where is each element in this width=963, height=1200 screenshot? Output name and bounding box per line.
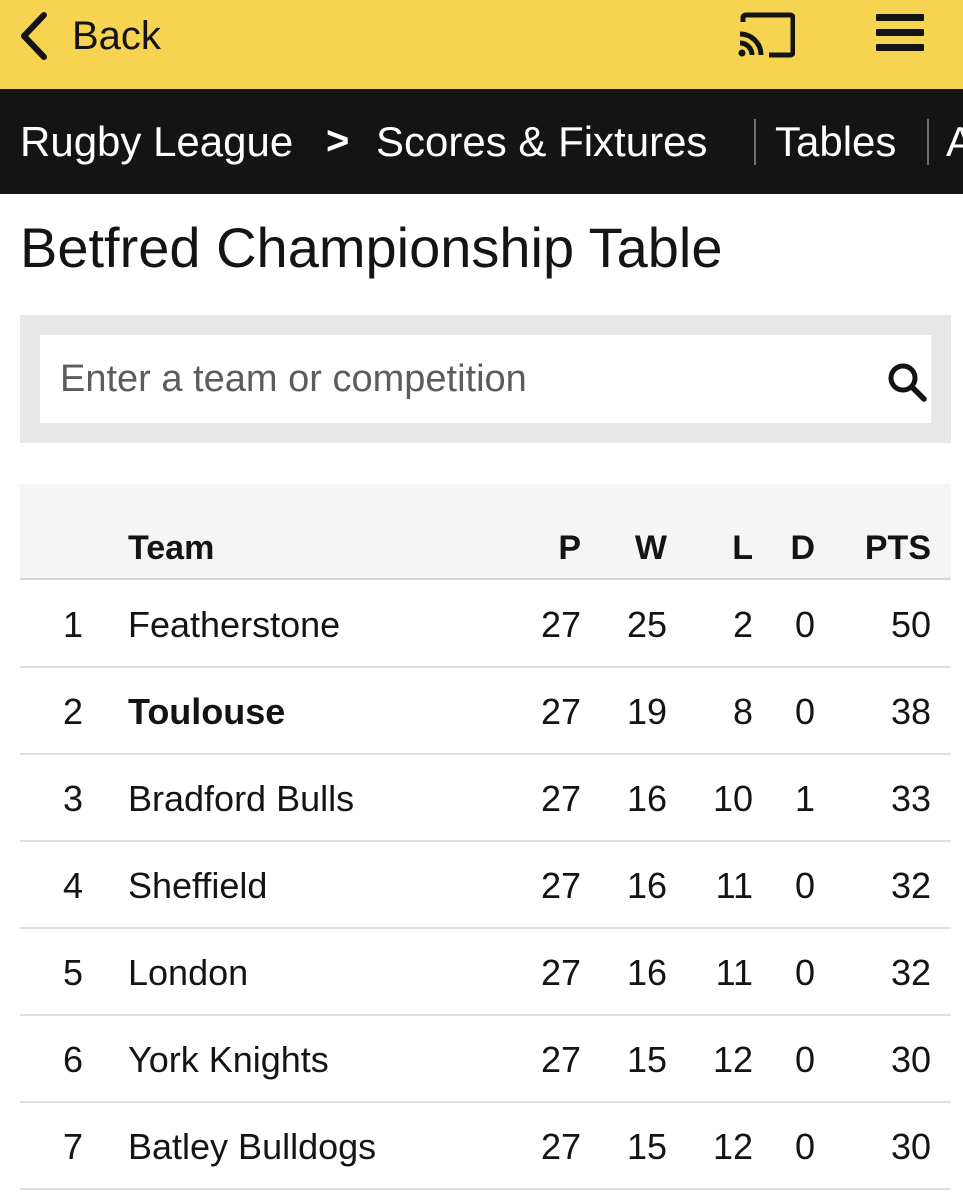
row-played: 27 bbox=[540, 604, 581, 645]
row-played: 27 bbox=[540, 1126, 581, 1167]
table-header: Team P W L D PTS bbox=[20, 484, 951, 580]
hamburger-menu-icon[interactable] bbox=[876, 14, 924, 56]
row-position: 4 bbox=[63, 865, 84, 906]
row-team[interactable]: Batley Bulldogs bbox=[128, 1126, 376, 1168]
row-points: 30 bbox=[890, 1039, 931, 1080]
row-won: 25 bbox=[626, 604, 667, 645]
row-team[interactable]: York Knights bbox=[128, 1039, 329, 1081]
row-points: 30 bbox=[890, 1126, 931, 1167]
nav-item-truncated[interactable]: A bbox=[946, 117, 963, 167]
column-header-lost: L bbox=[732, 529, 753, 567]
cast-icon[interactable] bbox=[737, 12, 795, 58]
row-won: 16 bbox=[626, 865, 667, 906]
nav-item-scores-fixtures[interactable]: Scores & Fixtures bbox=[376, 117, 707, 167]
row-position: 2 bbox=[63, 691, 84, 732]
row-drawn: 1 bbox=[794, 778, 815, 819]
row-position: 7 bbox=[63, 1126, 84, 1167]
row-team[interactable]: Featherstone bbox=[128, 604, 340, 646]
row-lost: 11 bbox=[715, 952, 753, 993]
row-won: 15 bbox=[626, 1039, 667, 1080]
search-box bbox=[40, 335, 931, 423]
section-nav: Rugby League > Scores & Fixtures Tables … bbox=[0, 89, 963, 194]
row-position: 6 bbox=[63, 1039, 84, 1080]
nav-divider bbox=[927, 119, 929, 165]
row-drawn: 0 bbox=[794, 1039, 815, 1080]
nav-section-rugby-league[interactable]: Rugby League bbox=[20, 117, 293, 167]
row-played: 27 bbox=[540, 691, 581, 732]
row-position: 1 bbox=[63, 604, 84, 645]
row-points: 50 bbox=[890, 604, 931, 645]
row-lost: 10 bbox=[712, 778, 753, 819]
row-lost: 2 bbox=[732, 604, 753, 645]
row-won: 19 bbox=[626, 691, 667, 732]
nav-item-tables[interactable]: Tables bbox=[775, 117, 896, 167]
row-played: 27 bbox=[540, 778, 581, 819]
row-lost: 12 bbox=[712, 1039, 753, 1080]
row-drawn: 0 bbox=[794, 865, 815, 906]
nav-divider bbox=[754, 119, 756, 165]
column-header-team: Team bbox=[128, 529, 215, 567]
row-played: 27 bbox=[540, 865, 581, 906]
search-icon[interactable] bbox=[886, 361, 928, 403]
row-points: 38 bbox=[890, 691, 931, 732]
row-won: 16 bbox=[626, 778, 667, 819]
column-header-played: P bbox=[558, 529, 581, 567]
row-team[interactable]: Toulouse bbox=[128, 691, 285, 733]
row-points: 32 bbox=[890, 952, 931, 993]
column-header-won: W bbox=[634, 529, 667, 567]
table-row[interactable]: 6 York Knights 27 15 12 0 30 bbox=[20, 1015, 951, 1103]
row-won: 16 bbox=[626, 952, 667, 993]
row-drawn: 0 bbox=[794, 691, 815, 732]
back-label: Back bbox=[72, 13, 161, 58]
row-position: 5 bbox=[63, 952, 84, 993]
table-row[interactable]: 7 Batley Bulldogs 27 15 12 0 30 bbox=[20, 1102, 951, 1190]
row-team[interactable]: Sheffield bbox=[128, 865, 267, 907]
table-row[interactable]: 1 Featherstone 27 25 2 0 50 bbox=[20, 580, 951, 668]
table-row[interactable]: 5 London 27 16 11 0 32 bbox=[20, 928, 951, 1016]
column-header-drawn: D bbox=[790, 529, 815, 567]
row-drawn: 0 bbox=[794, 952, 815, 993]
row-played: 27 bbox=[540, 952, 581, 993]
row-points: 32 bbox=[890, 865, 931, 906]
top-bar: Back bbox=[0, 0, 963, 89]
column-header-points: PTS bbox=[864, 529, 931, 567]
table-row[interactable]: 3 Bradford Bulls 27 16 10 1 33 bbox=[20, 754, 951, 842]
table-row[interactable]: 2 Toulouse 27 19 8 0 38 bbox=[20, 667, 951, 755]
search-input[interactable] bbox=[60, 349, 840, 409]
page-title: Betfred Championship Table bbox=[20, 216, 723, 279]
chevron-right-icon: > bbox=[326, 119, 350, 163]
row-drawn: 0 bbox=[794, 604, 815, 645]
row-lost: 12 bbox=[712, 1126, 753, 1167]
row-position: 3 bbox=[63, 778, 84, 819]
row-team[interactable]: Bradford Bulls bbox=[128, 778, 354, 820]
row-points: 33 bbox=[890, 778, 931, 819]
row-played: 27 bbox=[540, 1039, 581, 1080]
search-panel bbox=[20, 315, 951, 443]
row-lost: 8 bbox=[732, 691, 753, 732]
table-row[interactable]: 4 Sheffield 27 16 11 0 32 bbox=[20, 841, 951, 929]
chevron-left-icon bbox=[21, 12, 47, 60]
row-won: 15 bbox=[626, 1126, 667, 1167]
row-lost: 11 bbox=[715, 865, 753, 906]
row-team[interactable]: London bbox=[128, 952, 248, 994]
row-drawn: 0 bbox=[794, 1126, 815, 1167]
back-button[interactable]: Back bbox=[18, 10, 161, 62]
